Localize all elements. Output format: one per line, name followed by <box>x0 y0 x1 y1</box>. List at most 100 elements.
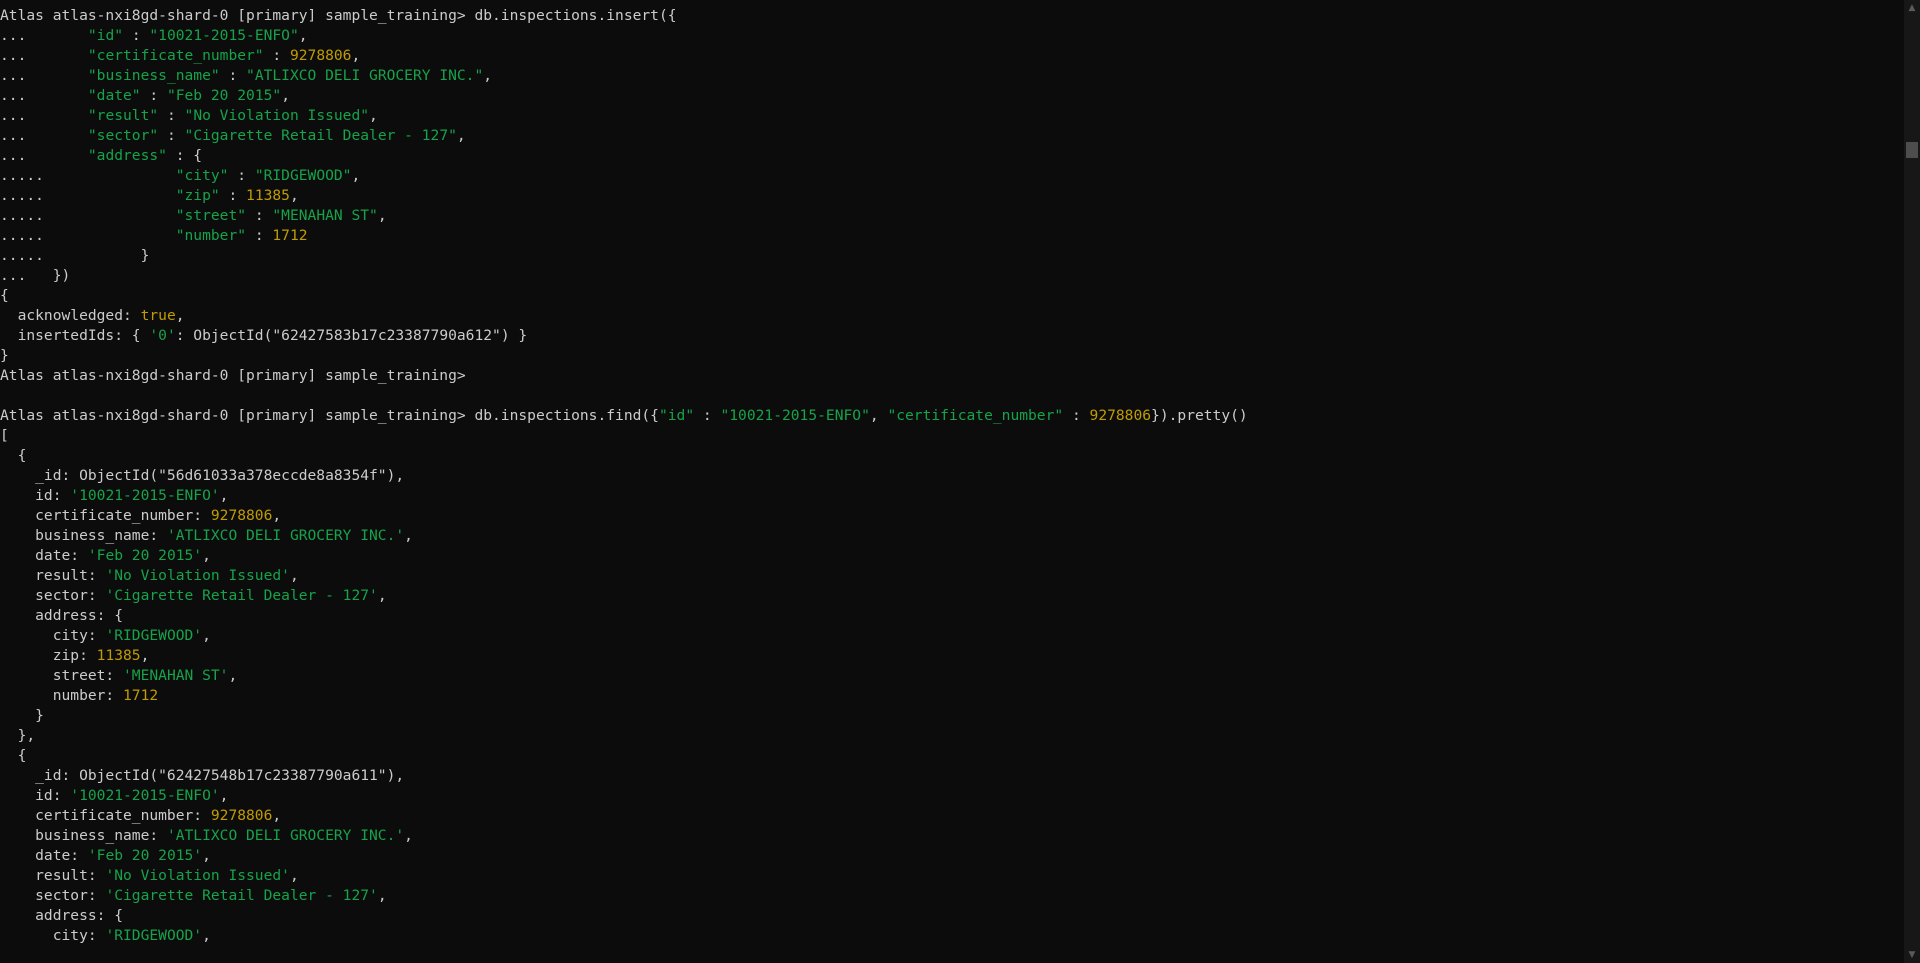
terminal-text-default: , <box>351 47 361 64</box>
terminal-text-default: }).pretty() <box>1151 407 1248 424</box>
terminal-text-default: , <box>351 167 361 184</box>
terminal-window[interactable]: Atlas atlas-nxi8gd-shard-0 [primary] sam… <box>0 0 1904 963</box>
terminal-text-default: result: <box>0 867 106 884</box>
terminal-text-default: : <box>246 207 273 224</box>
terminal-text-default: business_name: <box>0 527 167 544</box>
terminal-text-bool: true <box>140 307 176 324</box>
terminal-text-string: "result" <box>87 107 159 124</box>
terminal-text-default: , <box>869 407 888 424</box>
terminal-text-string: 'Cigarette Retail Dealer - 127' <box>105 587 378 604</box>
terminal-text-default: : <box>158 107 185 124</box>
terminal-line: result: 'No Violation Issued', <box>0 566 1248 586</box>
terminal-text-default: , <box>175 307 185 324</box>
terminal-text-default: Atlas atlas-nxi8gd-shard-0 [primary] sam… <box>0 7 677 24</box>
terminal-text-default: , <box>377 207 387 224</box>
terminal-line: ... }) <box>0 266 1248 286</box>
terminal-text-number: 9278806 <box>289 47 352 64</box>
terminal-text-default: , <box>202 927 211 944</box>
terminal-line: ... "certificate_number" : 9278806, <box>0 46 1248 66</box>
terminal-text-string: "business_name" <box>87 67 220 84</box>
terminal-text-default: insertedIds: { <box>0 327 150 344</box>
terminal-line: sector: 'Cigarette Retail Dealer - 127', <box>0 886 1248 906</box>
terminal-text-default: , <box>404 827 413 844</box>
terminal-text-default: , <box>289 567 299 584</box>
terminal-text-default: date: <box>0 847 88 864</box>
terminal-text-string: '10021-2015-ENFO' <box>70 487 220 504</box>
terminal-text-default: ... <box>0 27 88 44</box>
terminal-text-default: { <box>0 287 9 304</box>
terminal-text-string: "No Violation Issued" <box>184 107 370 124</box>
scroll-down-arrow-icon[interactable]: ▼ <box>1904 947 1920 963</box>
terminal-line: business_name: 'ATLIXCO DELI GROCERY INC… <box>0 526 1248 546</box>
terminal-line: ... "address" : { <box>0 146 1248 166</box>
terminal-line: _id: ObjectId("56d61033a378eccde8a8354f"… <box>0 466 1248 486</box>
terminal-text-string: "id" <box>87 27 124 44</box>
terminal-line: ... "business_name" : "ATLIXCO DELI GROC… <box>0 66 1248 86</box>
terminal-text-string: 'Cigarette Retail Dealer - 127' <box>105 887 378 904</box>
terminal-line: ... "date" : "Feb 20 2015", <box>0 86 1248 106</box>
terminal-text-string: "10021-2015-ENFO" <box>149 27 299 44</box>
terminal-line: ..... "street" : "MENAHAN ST", <box>0 206 1248 226</box>
terminal-line: { <box>0 746 1248 766</box>
terminal-text-default: city: <box>0 927 106 944</box>
terminal-text-default: address: { <box>0 907 124 924</box>
terminal-text-number: 1712 <box>272 227 308 244</box>
terminal-text-default: { <box>0 447 27 464</box>
terminal-text-default: _id: ObjectId("56d61033a378eccde8a8354f"… <box>0 467 405 484</box>
terminal-text-string: 'ATLIXCO DELI GROCERY INC.' <box>166 527 405 544</box>
terminal-line: Atlas atlas-nxi8gd-shard-0 [primary] sam… <box>0 366 1248 386</box>
terminal-text-default: [ <box>0 427 9 444</box>
terminal-text-string: "id" <box>658 407 695 424</box>
terminal-text-default: _id: ObjectId("62427548b17c23387790a611"… <box>0 767 405 784</box>
terminal-line: street: 'MENAHAN ST', <box>0 666 1248 686</box>
terminal-text-default: , <box>219 487 229 504</box>
terminal-line: acknowledged: true, <box>0 306 1248 326</box>
terminal-line: zip: 11385, <box>0 646 1248 666</box>
terminal-text-string: '0' <box>149 327 176 344</box>
terminal-text-number: 9278806 <box>210 807 273 824</box>
terminal-text-default: id: <box>0 787 71 804</box>
terminal-text-default: ... }) <box>0 267 71 284</box>
terminal-text-number: 1712 <box>123 687 159 704</box>
terminal-line: }, <box>0 726 1248 746</box>
terminal-text-default: , <box>483 67 493 84</box>
terminal-text-default: : <box>219 187 247 204</box>
terminal-text-default: , <box>404 527 413 544</box>
terminal-line: certificate_number: 9278806, <box>0 806 1248 826</box>
terminal-text-default: } <box>0 347 9 364</box>
terminal-text-default: ... <box>0 147 88 164</box>
terminal-line: ... "result" : "No Violation Issued", <box>0 106 1248 126</box>
vertical-scrollbar[interactable]: ▲ ▼ <box>1904 0 1920 963</box>
terminal-text-default: } <box>0 707 44 724</box>
terminal-text-default: : <box>228 167 255 184</box>
terminal-line: [ <box>0 426 1248 446</box>
terminal-text-default: , <box>281 87 290 104</box>
scroll-up-arrow-icon[interactable]: ▲ <box>1904 0 1920 16</box>
terminal-text-default: : <box>158 127 185 144</box>
terminal-text-default: street: <box>0 667 124 684</box>
terminal-line: Atlas atlas-nxi8gd-shard-0 [primary] sam… <box>0 6 1248 26</box>
terminal-output[interactable]: Atlas atlas-nxi8gd-shard-0 [primary] sam… <box>0 6 1248 946</box>
terminal-text-default: ..... <box>0 187 176 204</box>
terminal-line: } <box>0 346 1248 366</box>
terminal-text-default: acknowledged: <box>0 307 141 324</box>
terminal-text-string: "MENAHAN ST" <box>272 207 378 224</box>
terminal-text-default: , <box>272 807 282 824</box>
scrollbar-thumb[interactable] <box>1906 142 1918 158</box>
terminal-text-default: , <box>289 867 299 884</box>
terminal-text-default: : <box>1063 407 1090 424</box>
terminal-text-string: 'Feb 20 2015' <box>87 547 203 564</box>
terminal-text-string: 'No Violation Issued' <box>105 867 290 884</box>
terminal-line: ..... "number" : 1712 <box>0 226 1248 246</box>
terminal-text-default: ..... <box>0 227 176 244</box>
terminal-text-default: : ObjectId("62427583b17c23387790a612") } <box>175 327 528 344</box>
terminal-line: city: 'RIDGEWOOD', <box>0 626 1248 646</box>
terminal-line: ... "sector" : "Cigarette Retail Dealer … <box>0 126 1248 146</box>
terminal-line: ..... "zip" : 11385, <box>0 186 1248 206</box>
terminal-text-string: "city" <box>175 167 229 184</box>
terminal-text-string: "10021-2015-ENFO" <box>720 407 870 424</box>
terminal-text-number: 9278806 <box>1089 407 1152 424</box>
terminal-text-string: "Cigarette Retail Dealer - 127" <box>184 127 457 144</box>
terminal-text-default: ... <box>0 47 88 64</box>
